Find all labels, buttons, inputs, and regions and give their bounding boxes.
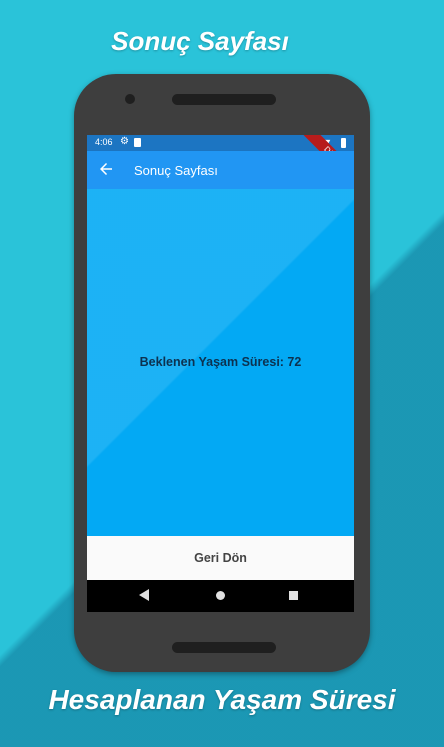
status-time: 4:06 — [95, 137, 113, 147]
sd-card-icon — [134, 138, 141, 147]
promo-caption: Hesaplanan Yaşam Süresi — [48, 684, 396, 715]
app-bar: Sonuç Sayfası — [87, 151, 354, 189]
app-bar-title: Sonuç Sayfası — [134, 163, 218, 178]
gear-icon: ⚙ — [120, 136, 129, 147]
android-nav-bar — [87, 580, 354, 612]
phone-camera — [125, 94, 135, 104]
arrow-left-icon[interactable] — [97, 160, 115, 178]
geri-don-button[interactable]: Geri Dön — [87, 536, 354, 580]
phone-screen: 4:06 ⚙ ▼ DEBUG Sonuç Sayfası Beklenen Ya… — [87, 135, 354, 612]
result-content: Beklenen Yaşam Süresi: 72 — [87, 189, 354, 536]
battery-icon — [341, 138, 346, 148]
phone-speaker-top — [172, 94, 276, 105]
result-text: Beklenen Yaşam Süresi: 72 — [139, 355, 302, 369]
nav-back-icon[interactable] — [139, 589, 149, 601]
phone-frame: 4:06 ⚙ ▼ DEBUG Sonuç Sayfası Beklenen Ya… — [74, 74, 370, 672]
promo-title: Sonuç Sayfası — [111, 26, 289, 56]
nav-home-icon[interactable] — [216, 591, 225, 600]
phone-speaker-bottom — [172, 642, 276, 653]
nav-recents-icon[interactable] — [289, 591, 298, 600]
